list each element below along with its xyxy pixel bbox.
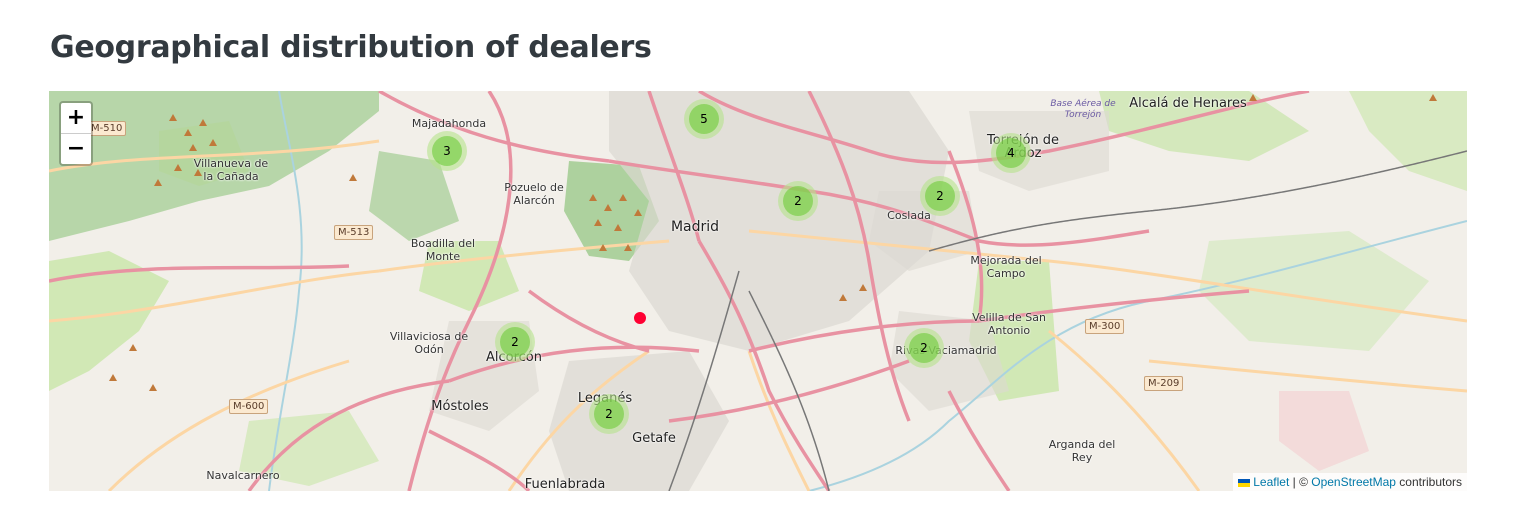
cluster-count: 2 xyxy=(783,186,813,216)
cluster-count: 4 xyxy=(996,138,1026,168)
place-villaviciosa-de-odon: Villaviciosa de Odón xyxy=(389,330,469,356)
cluster-count: 2 xyxy=(909,333,939,363)
marker-cluster[interactable]: 5 xyxy=(684,99,724,139)
place-mejorada-del-campo: Mejorada del Campo xyxy=(970,254,1042,280)
place-coslada: Coslada xyxy=(887,209,931,222)
dealer-map[interactable]: Madrid Majadahonda Villanueva de la Caña… xyxy=(49,91,1467,491)
marker-cluster[interactable]: 2 xyxy=(778,181,818,221)
dealer-marker[interactable] xyxy=(634,312,646,324)
road-shield-m209: M-209 xyxy=(1144,376,1184,391)
cluster-count: 3 xyxy=(432,136,462,166)
place-base-aerea: Base Aérea de Torrejón xyxy=(1050,99,1116,120)
place-mostoles: Móstoles xyxy=(431,399,489,414)
place-boadilla-del-monte: Boadilla del Monte xyxy=(410,237,476,263)
attribution-separator: | © xyxy=(1289,475,1312,489)
place-velilla-de-san-antonio: Velilla de San Antonio xyxy=(972,311,1046,337)
cluster-count: 2 xyxy=(594,399,624,429)
openstreetmap-link[interactable]: OpenStreetMap xyxy=(1311,475,1396,489)
cluster-count: 5 xyxy=(689,104,719,134)
map-tiles[interactable] xyxy=(49,91,1467,491)
road-shield-m600: M-600 xyxy=(229,399,269,414)
place-alcala-de-henares: Alcalá de Henares xyxy=(1129,96,1247,111)
marker-cluster[interactable]: 3 xyxy=(427,131,467,171)
place-fuenlabrada: Fuenlabrada xyxy=(524,477,606,491)
road-shield-m513: M-513 xyxy=(334,225,374,240)
road-shield-m300: M-300 xyxy=(1085,319,1125,334)
place-pozuelo-de-alarcon: Pozuelo de Alarcón xyxy=(504,181,564,207)
map-attribution: Leaflet | © OpenStreetMap contributors xyxy=(1233,473,1467,491)
cluster-count: 2 xyxy=(925,181,955,211)
place-madrid: Madrid xyxy=(670,219,720,235)
cluster-count: 2 xyxy=(500,327,530,357)
leaflet-link[interactable]: Leaflet xyxy=(1253,475,1289,489)
zoom-out-button[interactable]: − xyxy=(61,134,91,164)
zoom-in-button[interactable]: + xyxy=(61,103,91,134)
marker-cluster[interactable]: 2 xyxy=(904,328,944,368)
page-title: Geographical distribution of dealers xyxy=(50,30,652,65)
place-arganda-del-rey: Arganda del Rey xyxy=(1048,438,1116,464)
marker-cluster[interactable]: 4 xyxy=(991,133,1031,173)
zoom-control: + − xyxy=(59,101,93,166)
place-getafe: Getafe xyxy=(632,431,676,446)
marker-cluster[interactable]: 2 xyxy=(920,176,960,216)
marker-cluster[interactable]: 2 xyxy=(495,322,535,362)
marker-cluster[interactable]: 2 xyxy=(589,394,629,434)
place-navalcarnero: Navalcarnero xyxy=(206,469,280,482)
attribution-suffix: contributors xyxy=(1395,475,1462,489)
place-majadahonda: Majadahonda xyxy=(411,117,487,130)
ukraine-flag-icon xyxy=(1238,478,1251,487)
place-villanueva-de-la-canada: Villanueva de la Cañada xyxy=(193,157,269,183)
